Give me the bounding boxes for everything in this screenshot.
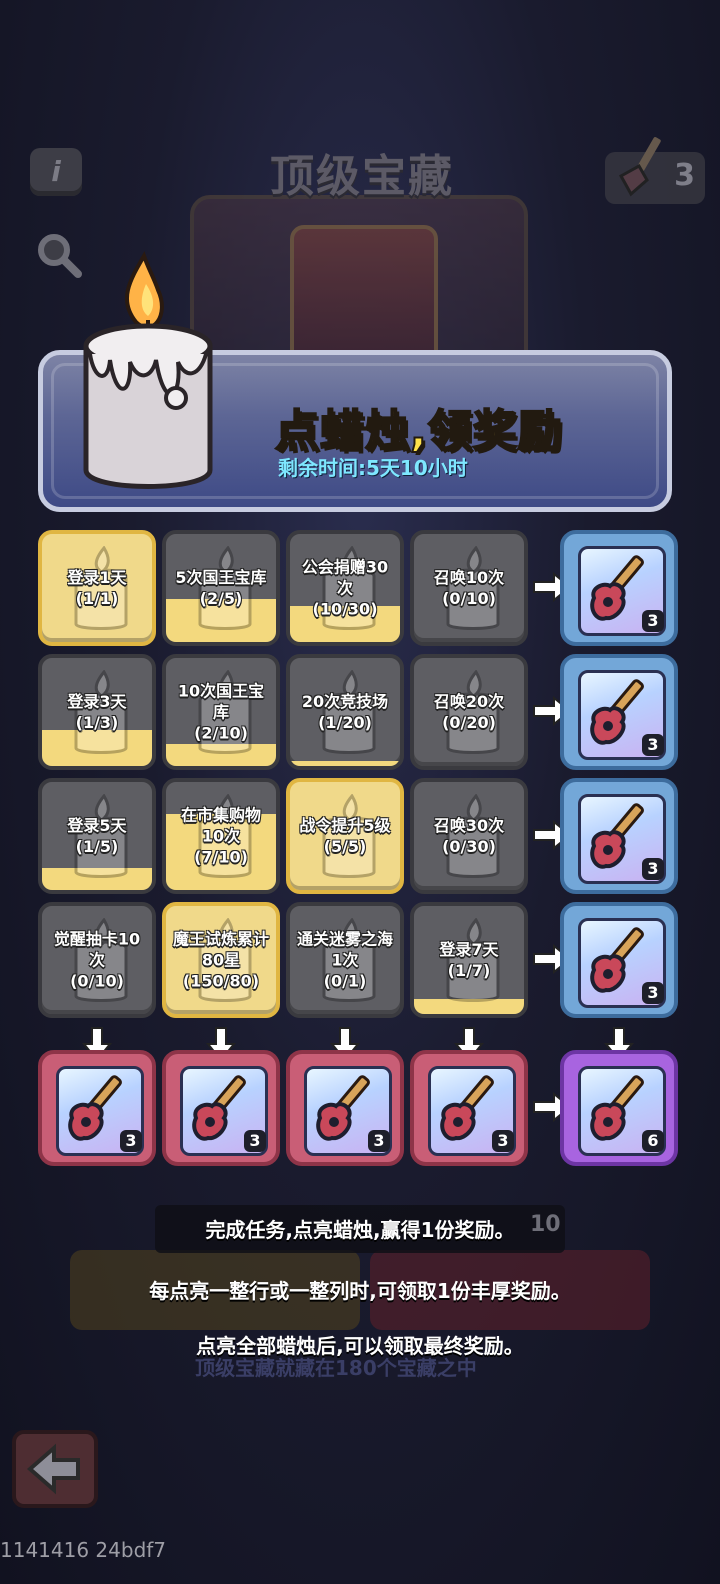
task-label: 召唤30次 (0/30) — [433, 816, 505, 856]
column-reward-2[interactable]: 3 — [162, 1050, 280, 1166]
task-cell[interactable]: 在市集购物 10次 (7/10) — [162, 778, 280, 894]
tip-line-3: 点亮全部蜡烛后,可以领取最终奖励。 — [196, 1334, 524, 1358]
reward-quantity: 3 — [642, 610, 664, 632]
task-cell[interactable]: 20次竞技场 (1/20) — [286, 654, 404, 770]
reward-quantity: 3 — [642, 982, 664, 1004]
currency-count: 3 — [674, 158, 695, 193]
task-label: 10次国王宝库 (2/10) — [177, 681, 265, 743]
reward-quantity: 3 — [120, 1130, 142, 1152]
task-label: 通关迷雾之海 1次 (0/1) — [296, 929, 393, 991]
reward-quantity: 3 — [244, 1130, 266, 1152]
tip-line-2: 每点亮一整行或一整列时,可领取1份丰厚奖励。 — [149, 1279, 571, 1303]
task-cell[interactable]: 公会捐赠30 次 (10/30) — [286, 530, 404, 646]
row-reward-2[interactable]: 3 — [560, 654, 678, 770]
task-label: 在市集购物 10次 (7/10) — [180, 805, 261, 867]
task-label: 登录5天 (1/5) — [67, 816, 127, 856]
task-label: 20次竞技场 (1/20) — [301, 692, 389, 732]
task-cell[interactable]: 通关迷雾之海 1次 (0/1) — [286, 902, 404, 1018]
task-label: 公会捐赠30 次 (10/30) — [301, 557, 389, 619]
info-button[interactable]: i — [30, 148, 82, 196]
row-reward-4[interactable]: 3 — [560, 902, 678, 1018]
time-remaining: 剩余时间:5天10小时 — [278, 456, 468, 480]
column-reward-4[interactable]: 3 — [410, 1050, 528, 1166]
reward-quantity: 3 — [642, 734, 664, 756]
task-label: 召唤10次 (0/10) — [433, 568, 505, 608]
reward-quantity: 3 — [368, 1130, 390, 1152]
back-button[interactable] — [12, 1430, 98, 1508]
column-reward-3[interactable]: 3 — [286, 1050, 404, 1166]
row-reward-1[interactable]: 3 — [560, 530, 678, 646]
task-label: 觉醒抽卡10 次 (0/10) — [53, 929, 141, 991]
final-reward[interactable]: 6 — [560, 1050, 678, 1166]
reward-quantity: 3 — [492, 1130, 514, 1152]
page-title: 顶级宝藏 — [270, 151, 454, 202]
currency-counter[interactable]: 3 — [605, 137, 705, 204]
task-label: 魔王试炼累计 80星 (150/80) — [172, 929, 269, 991]
column-reward-1[interactable]: 3 — [38, 1050, 156, 1166]
task-cell[interactable]: 魔王试炼累计 80星 (150/80) — [162, 902, 280, 1018]
build-id: 1141416 24bdf7 — [0, 1538, 167, 1562]
guitar-icon — [618, 137, 661, 197]
task-cell[interactable]: 觉醒抽卡10 次 (0/10) — [38, 902, 156, 1018]
info-icon: i — [51, 155, 61, 188]
task-cell[interactable]: 登录3天 (1/3) — [38, 654, 156, 770]
task-cell[interactable]: 10次国王宝库 (2/10) — [162, 654, 280, 770]
reward-quantity: 3 — [642, 858, 664, 880]
progress-fill — [290, 761, 400, 766]
task-cell[interactable]: 召唤20次 (0/20) — [410, 654, 528, 770]
task-cell[interactable]: 召唤10次 (0/10) — [410, 530, 528, 646]
task-cell[interactable]: 5次国王宝库 (2/5) — [162, 530, 280, 646]
task-label: 召唤20次 (0/20) — [433, 692, 505, 732]
task-label: 登录1天 (1/1) — [67, 568, 127, 608]
banner-title: 点蜡烛,领奖励 — [274, 405, 563, 458]
task-label: 5次国王宝库 (2/5) — [175, 568, 267, 608]
candle-icon — [83, 251, 213, 489]
reward-quantity: 6 — [642, 1130, 664, 1152]
tip-line-1: 完成任务,点亮蜡烛,赢得1份奖励。 — [205, 1218, 515, 1242]
task-cell[interactable]: 召唤30次 (0/30) — [410, 778, 528, 894]
task-cell[interactable]: 战令提升5级 (5/5) — [286, 778, 404, 894]
task-label: 战令提升5级 (5/5) — [299, 816, 391, 856]
task-cell[interactable]: 登录5天 (1/5) — [38, 778, 156, 894]
task-label: 登录3天 (1/3) — [67, 692, 127, 732]
task-cell[interactable]: 登录1天 (1/1) — [38, 530, 156, 646]
task-label: 登录7天 (1/7) — [439, 940, 499, 980]
row-reward-3[interactable]: 3 — [560, 778, 678, 894]
task-cell[interactable]: 登录7天 (1/7) — [410, 902, 528, 1018]
back-arrow-icon — [26, 1443, 80, 1495]
